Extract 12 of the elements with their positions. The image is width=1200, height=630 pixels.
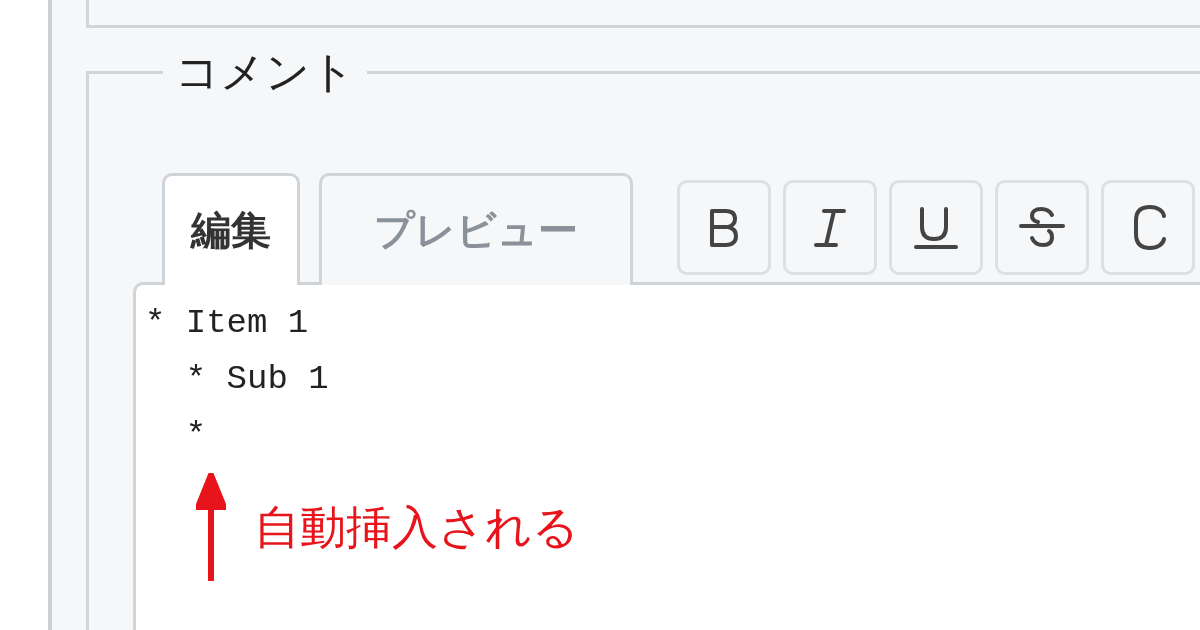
editor-tab[interactable]: 編集	[162, 173, 300, 285]
bold-button[interactable]	[677, 180, 771, 275]
underline-button[interactable]	[889, 180, 983, 275]
italic-button[interactable]	[783, 180, 877, 275]
annotation-text: 自動挿入される	[254, 499, 579, 556]
code-button[interactable]	[1101, 180, 1195, 275]
editor-text: * Item 1 * Sub 1 *	[144, 303, 330, 456]
underline-icon	[914, 204, 958, 251]
section-legend: コメント	[163, 46, 367, 98]
editor-field[interactable]: * Item 1 * Sub 1 * 自動挿入される	[133, 282, 1200, 630]
italic-icon	[812, 206, 848, 249]
strikethrough-button[interactable]	[995, 180, 1089, 275]
